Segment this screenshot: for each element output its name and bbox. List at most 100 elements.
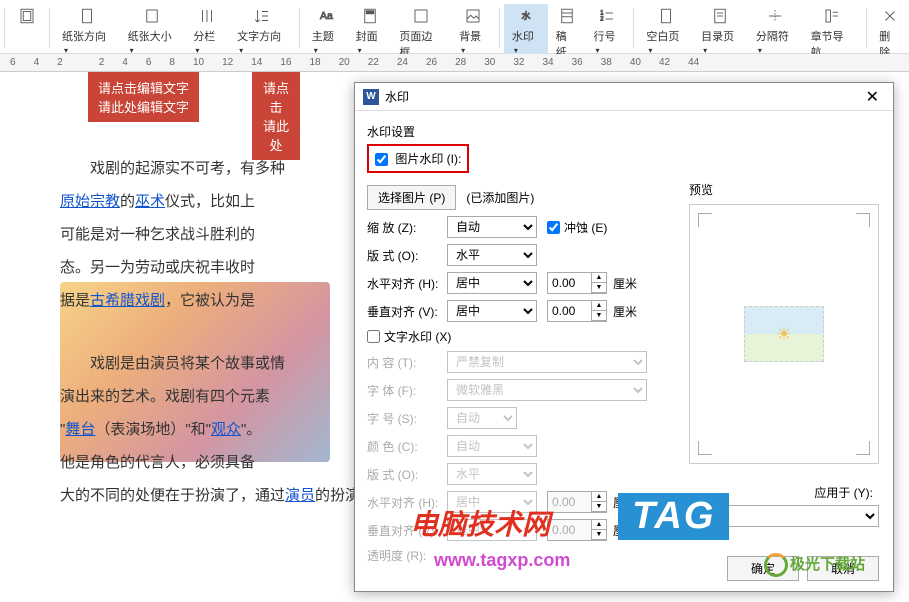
text: 戏剧是由演员将某个故事或情 — [90, 355, 285, 372]
text: 据是 — [60, 292, 90, 309]
content-select: 严禁复制 — [447, 351, 647, 373]
valign-label: 垂直对齐 (V): — [367, 303, 447, 320]
halign-select[interactable]: 居中 — [447, 272, 537, 294]
columns-icon — [197, 6, 217, 26]
color-label: 颜 色 (C): — [367, 438, 447, 455]
fontsize-label: 字 号 (S): — [367, 410, 447, 427]
separator — [866, 8, 867, 48]
text: 仪式，比如上 — [165, 193, 255, 210]
valign-spinner[interactable]: ▲▼ — [547, 300, 607, 322]
lineno-icon: 12 — [597, 6, 617, 26]
watermark-icon: 水 — [516, 6, 536, 26]
section-label: 水印设置 — [367, 123, 881, 140]
valign2-spinner: ▲▼ — [547, 519, 607, 541]
ribbon-toolbar: 纸张方向▾纸张大小▾分栏▾文字方向▾Aa主题▾封面▾页面边框背景▾水水印▾稿纸1… — [0, 0, 909, 54]
margin-icon — [17, 6, 37, 26]
apply-select[interactable]: 整篇 — [689, 505, 879, 527]
unit-label: 厘米 — [613, 275, 637, 292]
horizontal-ruler: 6422468101214161820222426283032343638404… — [0, 54, 909, 72]
blank-icon — [656, 6, 676, 26]
dialog-title: 水印 — [385, 88, 409, 105]
svg-text:水: 水 — [521, 10, 530, 21]
svg-text:Aa: Aa — [320, 10, 333, 22]
close-button[interactable]: ✕ — [860, 87, 885, 107]
cancel-button[interactable]: 取消 — [807, 556, 879, 581]
cover-icon — [360, 6, 380, 26]
halign2-spinner: ▲▼ — [547, 491, 607, 513]
checkbox-label: 图片水印 (I): — [395, 152, 461, 166]
paper-icon — [557, 6, 577, 26]
preview-label: 预览 — [689, 181, 879, 198]
placeholder-text: 请点击编辑文字 — [98, 78, 189, 97]
preview-section: 预览 ☀ — [689, 181, 879, 464]
placeholder-text: 请此处 — [262, 116, 290, 154]
image-watermark-checkbox[interactable] — [375, 153, 388, 166]
halign-label: 水平对齐 (H): — [367, 275, 447, 292]
placeholder-box-2[interactable]: 请点击 请此处 — [252, 72, 300, 160]
theme-icon: Aa — [316, 6, 336, 26]
preview-image-icon: ☀ — [744, 306, 824, 362]
layout2-label: 版 式 (O): — [367, 466, 447, 483]
content-label: 内 容 (T): — [367, 354, 447, 371]
zoom-label: 缩 放 (Z): — [367, 219, 447, 236]
text: 态。另一为劳动或庆祝丰收时 — [60, 259, 255, 276]
link[interactable]: 巫术 — [135, 193, 165, 210]
dialog-titlebar: W 水印 ✕ — [355, 83, 893, 111]
border-icon — [411, 6, 431, 26]
checkbox-label: 文字水印 (X) — [384, 328, 451, 345]
sep-icon — [765, 6, 785, 26]
opacity-label: 透明度 (R): — [367, 547, 447, 564]
valign-select[interactable]: 居中 — [447, 300, 537, 322]
separator — [633, 8, 634, 48]
text: 演出来的艺术。戏剧有四个元素 — [60, 388, 270, 405]
separator — [499, 8, 500, 48]
link[interactable]: 观众 — [211, 421, 241, 438]
placeholder-text: 请此处编辑文字 — [98, 97, 189, 116]
link[interactable]: 原始宗教 — [60, 193, 120, 210]
font-label: 字 体 (F): — [367, 382, 447, 399]
link[interactable]: 古希腊戏剧 — [90, 292, 165, 309]
app-icon: W — [363, 89, 379, 105]
color-select: 自动 — [447, 435, 537, 457]
link[interactable]: 舞台 — [65, 421, 95, 438]
layout-label: 版 式 (O): — [367, 247, 447, 264]
nav-icon — [822, 6, 842, 26]
layout-select[interactable]: 水平 — [447, 244, 537, 266]
unit-label: 厘米 — [613, 522, 637, 539]
zoom-select[interactable]: 自动 — [447, 216, 537, 238]
text: 大的不同的处便在于扮演了，通过 — [60, 487, 285, 504]
ok-button[interactable]: 确定 — [727, 556, 799, 581]
watermark-dialog: W 水印 ✕ 水印设置 图片水印 (I): 选择图片 (P) (已添加图片) 缩… — [354, 82, 894, 592]
textdir-icon — [252, 6, 272, 26]
link[interactable]: 演员 — [285, 487, 315, 504]
select-image-button[interactable]: 选择图片 (P) — [367, 185, 456, 210]
text: 戏剧的起源实不可考，有多种 — [90, 160, 285, 177]
del-icon — [880, 6, 900, 26]
text-watermark-checkbox[interactable] — [367, 330, 380, 343]
toc-icon — [710, 6, 730, 26]
placeholder-text: 请点击 — [262, 78, 290, 116]
size-icon — [142, 6, 162, 26]
text: （表演场地）"和" — [95, 421, 211, 438]
fontsize-select: 自动 — [447, 407, 517, 429]
orient-icon — [77, 6, 97, 26]
valign2-select: 居中 — [447, 519, 537, 541]
preview-frame: ☀ — [689, 204, 879, 464]
apply-label: 应用于 (Y): — [814, 484, 873, 501]
text: 可能是对一种乞求战斗胜利的 — [60, 226, 255, 243]
placeholder-box-1[interactable]: 请点击编辑文字 请此处编辑文字 — [88, 72, 199, 122]
highlight-frame: 图片水印 (I): — [367, 144, 469, 173]
unit-label: 厘米 — [613, 494, 637, 511]
text: "。 — [241, 421, 261, 438]
layout2-select: 水平 — [447, 463, 537, 485]
erode-checkbox[interactable] — [547, 221, 560, 234]
halign-spinner[interactable]: ▲▼ — [547, 272, 607, 294]
font-select: 微软雅黑 — [447, 379, 647, 401]
unit-label: 厘米 — [613, 303, 637, 320]
text: 的 — [120, 193, 135, 210]
separator — [4, 8, 5, 48]
separator — [49, 8, 50, 48]
separator — [299, 8, 300, 48]
bg-icon — [463, 6, 483, 26]
text: ，它被认为是 — [165, 292, 255, 309]
